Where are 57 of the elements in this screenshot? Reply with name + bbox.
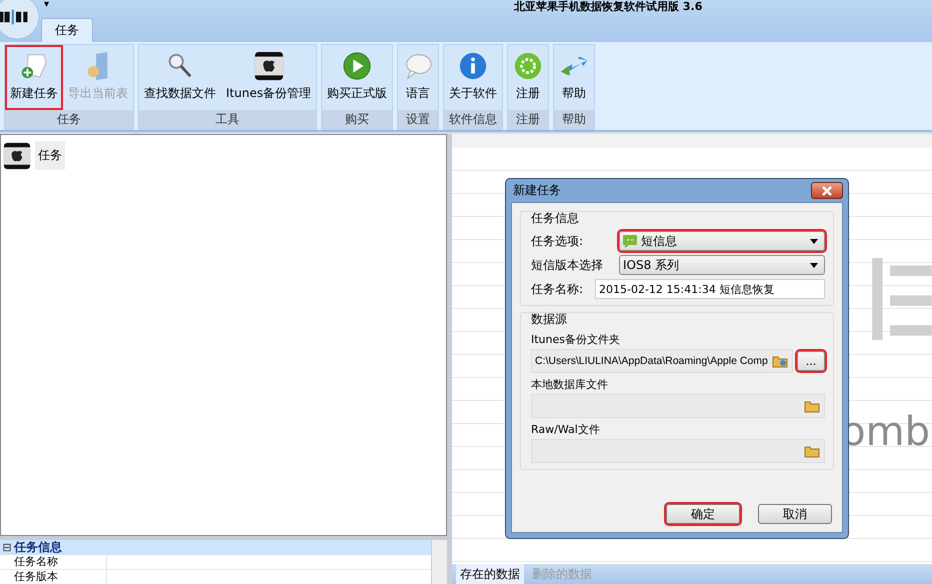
group-label: 注册 [508, 110, 548, 129]
caret-icon [810, 262, 818, 268]
field-label: 任务选项: [531, 232, 584, 250]
ribbon-button[interactable]: 新建任务 [5, 45, 63, 110]
collapse-toggle[interactable]: ⊟ [0, 541, 14, 554]
property-name: 任务名称 [0, 555, 107, 569]
tree-item[interactable]: 任务 [35, 141, 65, 170]
caret-icon [810, 238, 818, 244]
folder-icon[interactable] [804, 399, 820, 413]
group-label: 工具 [139, 110, 316, 129]
field-label: 任务名称: [531, 280, 584, 298]
group-label: 设置 [398, 110, 438, 129]
play-icon [342, 51, 372, 81]
category-label: 任务信息 [14, 540, 62, 556]
window-title: 北亚苹果手机数据恢复软件试用版 3.6 [514, 1, 702, 13]
data-tab[interactable]: 存在的数据 [456, 564, 524, 584]
group-label: 任务 [5, 110, 133, 129]
message-icon [623, 234, 637, 248]
group-title: 数据源 [531, 311, 568, 328]
info-icon [458, 51, 488, 81]
field-label: 本地数据库文件 [531, 377, 609, 392]
close-button[interactable] [811, 182, 843, 199]
ribbon-button[interactable]: 关于软件 [444, 45, 502, 110]
ribbon-tab[interactable]: 任务 [41, 18, 93, 42]
folder-icon[interactable] [804, 444, 820, 458]
dialog-title: 新建任务 [513, 182, 561, 199]
path-field[interactable] [531, 394, 825, 418]
folder-globe-icon[interactable] [772, 354, 788, 368]
group-label: 购买 [322, 110, 392, 129]
ribbon-button[interactable]: 查找数据文件 [139, 45, 221, 110]
property-name: 任务版本 [0, 570, 107, 584]
task-option-dropdown[interactable]: 短信息 [619, 231, 825, 251]
apple-icon [254, 51, 284, 81]
burst-icon [513, 51, 544, 81]
path-field[interactable] [531, 439, 825, 463]
browse-button[interactable]: ... [797, 351, 825, 371]
apple-icon [3, 142, 31, 170]
group-label: 软件信息 [444, 110, 502, 129]
ribbon-button[interactable]: 语言 [398, 45, 438, 110]
group-title: 任务信息 [531, 210, 580, 227]
ribbon-button[interactable]: 帮助 [554, 45, 594, 110]
quick-access-menu[interactable]: ▾ [44, 0, 50, 10]
group-label: 帮助 [554, 110, 594, 129]
field-label: 短信版本选择 [531, 256, 604, 274]
ribbon-button[interactable]: Itunes备份管理 [221, 45, 316, 110]
close-icon [822, 186, 832, 196]
ribbon-button[interactable]: 注册 [508, 45, 548, 110]
ribbon-button[interactable]: 购买正式版 [322, 45, 392, 110]
dialog-button[interactable]: 取消 [758, 504, 832, 524]
field-label: Raw/Wal文件 [531, 422, 601, 437]
dialog-button[interactable]: 确定 [666, 504, 740, 524]
field-label: Itunes备份文件夹 [531, 332, 621, 347]
path-field[interactable]: C:\Users\LIULINA\AppData\Roaming\Apple Comp [531, 349, 793, 373]
scrollbar[interactable] [431, 540, 447, 584]
logo-drawing [0, 0, 40, 40]
task-name-field[interactable]: 2015-02-12 15:41:34 短信息恢复 [595, 279, 825, 299]
version-dropdown[interactable]: IOS8 系列 [619, 255, 825, 275]
